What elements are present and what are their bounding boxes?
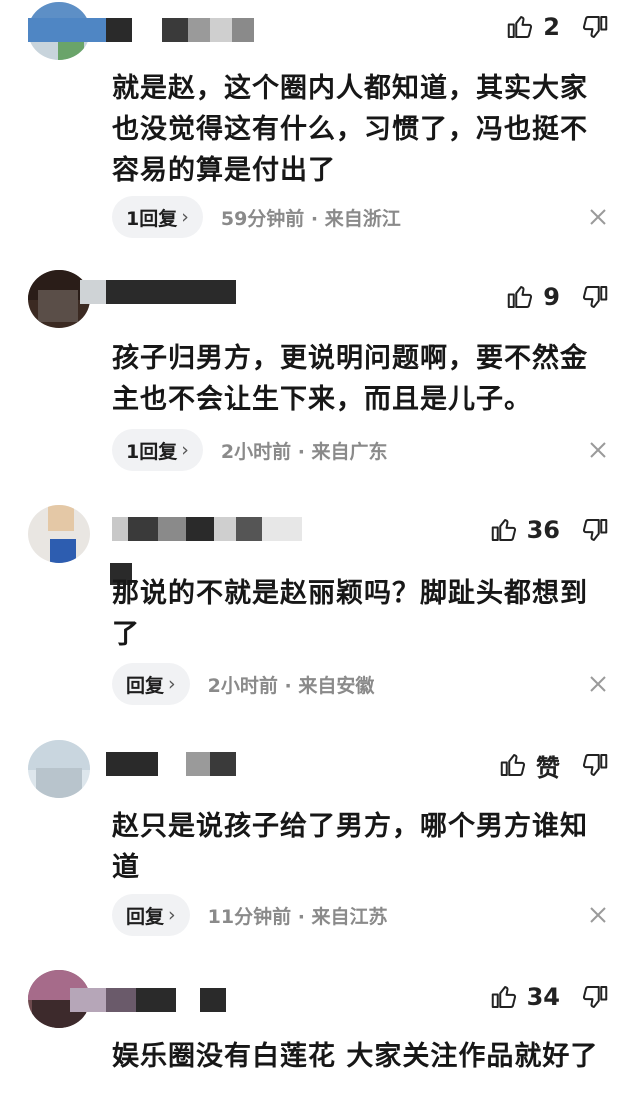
like-count: 2	[543, 13, 560, 41]
chevron-right-icon: ›	[181, 206, 189, 228]
comment-time: 59分钟前 · 来自浙江	[221, 204, 401, 231]
comment-text: 孩子归男方，更说明问题啊，要不然金主也不会让生下来，而且是儿子。	[112, 343, 588, 415]
dislike-button[interactable]	[580, 2, 610, 52]
reply-label: 1回复	[126, 440, 178, 463]
location: 来自浙江	[324, 207, 401, 230]
like-button[interactable]: 34	[489, 972, 560, 1022]
avatar[interactable]	[28, 505, 90, 563]
comment-meta: 回复 › 11分钟前 · 来自江苏	[112, 893, 388, 937]
timestamp: 59分钟前	[220, 207, 305, 230]
comment-meta: 1回复 › 2小时前 · 来自广东	[112, 428, 388, 472]
close-icon[interactable]	[588, 440, 608, 460]
username-blurred[interactable]	[106, 752, 236, 776]
username-blurred[interactable]	[70, 988, 226, 1012]
like-count: 34	[526, 983, 560, 1011]
comment-time: 2小时前 · 来自安徽	[208, 671, 375, 698]
location: 来自广东	[311, 440, 388, 463]
reply-button[interactable]: 1回复 ›	[112, 429, 203, 471]
username-blurred[interactable]	[80, 280, 236, 304]
username-blurred[interactable]	[28, 18, 254, 42]
separator: ·	[297, 905, 305, 928]
thumbs-down-icon	[582, 16, 608, 38]
thumbs-up-icon	[491, 986, 516, 1008]
like-button[interactable]: 9	[505, 272, 560, 322]
separator: ·	[284, 674, 292, 697]
comment-text: 赵只是说孩子给了男方，哪个男方谁知道	[112, 811, 588, 883]
like-label: 赞	[536, 753, 560, 782]
reply-label: 回复	[126, 674, 165, 697]
timestamp: 11分钟前	[207, 905, 292, 928]
close-icon[interactable]	[588, 674, 608, 694]
reply-label: 回复	[126, 905, 165, 928]
dislike-button[interactable]	[580, 505, 610, 555]
thumbs-down-icon	[582, 754, 608, 776]
thumbs-up-icon	[508, 286, 533, 308]
comment-time: 11分钟前 · 来自江苏	[208, 902, 388, 929]
dislike-button[interactable]	[580, 272, 610, 322]
close-icon[interactable]	[588, 207, 608, 227]
chevron-right-icon: ›	[168, 673, 176, 695]
thumbs-up-icon	[508, 16, 533, 38]
comment-text: 娱乐圈没有白莲花 大家关注作品就好了	[112, 1041, 599, 1072]
timestamp: 2小时前	[207, 674, 278, 697]
chevron-right-icon: ›	[181, 439, 189, 461]
comment-text: 就是赵，这个圈内人都知道，其实大家也没觉得这有什么，习惯了，冯也挺不容易的算是付…	[112, 73, 588, 186]
comment-meta: 回复 › 2小时前 · 来自安徽	[112, 662, 374, 706]
thumbs-down-icon	[582, 986, 608, 1008]
dislike-button[interactable]	[580, 972, 610, 1022]
comment-meta: 1回复 › 59分钟前 · 来自浙江	[112, 195, 401, 239]
like-count: 9	[543, 283, 560, 311]
thumbs-down-icon	[582, 519, 608, 541]
reply-button[interactable]: 1回复 ›	[112, 196, 203, 238]
like-button[interactable]: 36	[489, 505, 560, 555]
reply-button[interactable]: 回复 ›	[112, 894, 190, 936]
dislike-button[interactable]	[580, 740, 610, 790]
like-button[interactable]: 2	[505, 2, 560, 52]
comment-text: 那说的不就是赵丽颖吗？脚趾头都想到了	[112, 578, 588, 650]
thumbs-down-icon	[582, 286, 608, 308]
avatar[interactable]	[28, 740, 90, 798]
chevron-right-icon: ›	[168, 904, 176, 926]
comment-time: 2小时前 · 来自广东	[221, 437, 388, 464]
close-icon[interactable]	[588, 905, 608, 925]
like-count: 36	[526, 516, 560, 544]
like-button[interactable]: 赞	[498, 740, 560, 790]
separator: ·	[310, 207, 319, 230]
location: 来自安徽	[298, 674, 375, 697]
location: 来自江苏	[311, 905, 388, 928]
reply-button[interactable]: 回复 ›	[112, 663, 190, 705]
reply-label: 1回复	[126, 207, 178, 230]
thumbs-up-icon	[500, 754, 526, 776]
thumbs-up-icon	[491, 519, 516, 541]
username-blurred[interactable]	[112, 517, 302, 541]
timestamp: 2小时前	[220, 440, 292, 463]
separator: ·	[297, 440, 305, 463]
